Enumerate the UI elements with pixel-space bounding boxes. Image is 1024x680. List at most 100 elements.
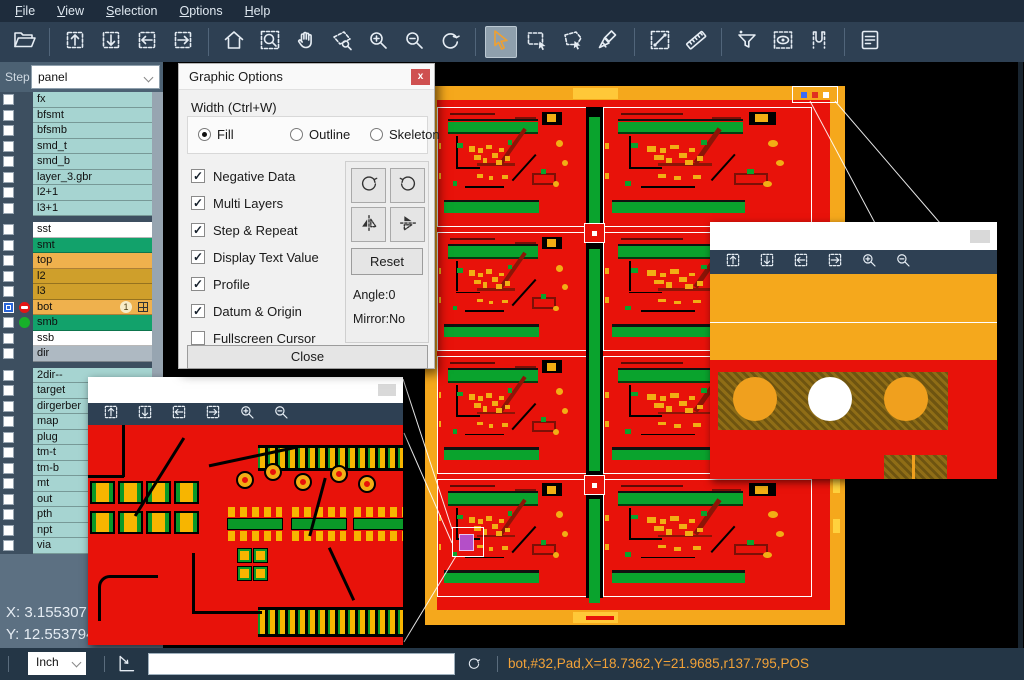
- zoom-drag-button[interactable]: [326, 26, 358, 58]
- layer-visibility-checkbox[interactable]: [3, 271, 14, 282]
- layer-row-fx[interactable]: fx: [0, 92, 163, 108]
- magnifier-view-pads[interactable]: [710, 274, 997, 479]
- layer-checkbox-cell[interactable]: [0, 154, 33, 170]
- select-cursor-button[interactable]: [485, 26, 517, 58]
- pan-right-button[interactable]: [823, 252, 847, 272]
- layer-row-l3+1[interactable]: l3+1: [0, 201, 163, 217]
- checkbox-datum-origin[interactable]: ✓Datum & Origin: [191, 303, 302, 319]
- layer-row-dir[interactable]: dir: [0, 346, 163, 362]
- pan-up-button[interactable]: [99, 404, 123, 424]
- pan-left-button[interactable]: [131, 26, 163, 58]
- layer-checkbox-cell[interactable]: [0, 269, 33, 285]
- layer-name-label[interactable]: smb: [33, 315, 152, 331]
- flip-v-button[interactable]: [390, 207, 425, 242]
- layer-visibility-checkbox[interactable]: [3, 333, 14, 344]
- pan-down-button[interactable]: [755, 252, 779, 272]
- layer-visibility-checkbox[interactable]: [3, 240, 14, 251]
- layer-checkbox-cell[interactable]: [0, 476, 33, 492]
- pcb-board-copy[interactable]: [603, 107, 812, 227]
- zoom-in-button[interactable]: [235, 404, 259, 424]
- radio-outline[interactable]: Outline: [290, 127, 350, 142]
- filter-button[interactable]: [731, 26, 763, 58]
- pcb-board-copy[interactable]: [437, 356, 588, 474]
- layer-visibility-checkbox[interactable]: [3, 317, 14, 328]
- layer-visibility-checkbox[interactable]: [3, 525, 14, 536]
- checkbox-fullscreen-cursor[interactable]: Fullscreen Cursor: [191, 330, 316, 346]
- canvas-scrollbar[interactable]: [1018, 62, 1023, 648]
- layer-visibility-checkbox[interactable]: [3, 125, 14, 136]
- layer-checkbox-cell[interactable]: [0, 492, 33, 508]
- layer-checkbox-cell[interactable]: [0, 170, 33, 186]
- layer-checkbox-cell[interactable]: [0, 139, 33, 155]
- view-options-button[interactable]: [767, 26, 799, 58]
- layer-row-l3[interactable]: l3: [0, 284, 163, 300]
- layer-checkbox-cell[interactable]: [0, 315, 33, 331]
- flip-h-button[interactable]: [351, 207, 386, 242]
- pan-up-button[interactable]: [59, 26, 91, 58]
- select-polygon-button[interactable]: [557, 26, 589, 58]
- layer-name-label[interactable]: smd_t: [33, 139, 152, 155]
- layer-visibility-checkbox[interactable]: [3, 509, 14, 520]
- grid-icon[interactable]: [138, 302, 148, 312]
- layer-name-label[interactable]: layer_3.gbr: [33, 170, 152, 186]
- pcb-board-copy[interactable]: [437, 232, 588, 351]
- zoom-out-button[interactable]: [398, 26, 430, 58]
- pan-right-button[interactable]: [167, 26, 199, 58]
- step-dropdown[interactable]: panel: [31, 65, 160, 89]
- checkbox-negative-data[interactable]: ✓Negative Data: [191, 168, 295, 184]
- zoom-window-button[interactable]: [254, 26, 286, 58]
- select-rect-button[interactable]: [521, 26, 553, 58]
- layer-visibility-checkbox[interactable]: [3, 187, 14, 198]
- pan-left-button[interactable]: [167, 404, 191, 424]
- layer-checkbox-cell[interactable]: [0, 399, 33, 415]
- layer-name-label[interactable]: bfsmb: [33, 123, 152, 139]
- menu-item-file[interactable]: File: [4, 2, 46, 20]
- layer-checkbox-cell[interactable]: [0, 445, 33, 461]
- layer-row-smb[interactable]: smb: [0, 315, 163, 331]
- menu-item-options[interactable]: Options: [168, 2, 233, 20]
- layer-visibility-checkbox[interactable]: [3, 156, 14, 167]
- layer-name-label[interactable]: smd_b: [33, 154, 152, 170]
- refresh-icon[interactable]: [466, 656, 482, 677]
- layer-visibility-checkbox[interactable]: [3, 255, 14, 266]
- layer-checkbox-cell[interactable]: [0, 123, 33, 139]
- pan-hand-button[interactable]: [290, 26, 322, 58]
- zoom-out-button[interactable]: [891, 252, 915, 272]
- layer-visibility-checkbox[interactable]: [3, 172, 14, 183]
- checkbox-display-text-value[interactable]: ✓Display Text Value: [191, 249, 319, 265]
- pan-right-button[interactable]: [201, 404, 225, 424]
- layer-checkbox-cell[interactable]: [0, 92, 33, 108]
- rotate-ccw-button[interactable]: [390, 168, 425, 203]
- layer-row-bfsmb[interactable]: bfsmb: [0, 123, 163, 139]
- layer-visibility-checkbox[interactable]: [3, 385, 14, 396]
- clean-brush-button[interactable]: [593, 26, 625, 58]
- layer-visibility-checkbox[interactable]: [3, 416, 14, 427]
- layer-row-l2[interactable]: l2: [0, 269, 163, 285]
- magnifier-titlebar[interactable]: [710, 222, 997, 250]
- pan-down-button[interactable]: [133, 404, 157, 424]
- pcb-board-copy[interactable]: [437, 107, 588, 227]
- layer-checkbox-cell[interactable]: [0, 284, 33, 300]
- layer-row-bfsmt[interactable]: bfsmt: [0, 108, 163, 124]
- layer-checkbox-cell[interactable]: [0, 185, 33, 201]
- layer-visibility-checkbox[interactable]: [3, 94, 14, 105]
- close-button[interactable]: Close: [187, 345, 428, 369]
- layer-checkbox-cell[interactable]: [0, 538, 33, 554]
- layer-visibility-checkbox[interactable]: [3, 302, 14, 313]
- pan-up-button[interactable]: [721, 252, 745, 272]
- layer-name-label[interactable]: bot1: [33, 300, 152, 316]
- layer-checkbox-cell[interactable]: [0, 300, 33, 316]
- layer-checkbox-cell[interactable]: [0, 507, 33, 523]
- layer-row-l2+1[interactable]: l2+1: [0, 185, 163, 201]
- layer-checkbox-cell[interactable]: [0, 331, 33, 347]
- pan-left-button[interactable]: [789, 252, 813, 272]
- pan-down-button[interactable]: [95, 26, 127, 58]
- layer-visibility-checkbox[interactable]: [3, 494, 14, 505]
- layer-visibility-checkbox[interactable]: [3, 540, 14, 551]
- layer-row-top[interactable]: top: [0, 253, 163, 269]
- measure-ruler-button[interactable]: [680, 26, 712, 58]
- layer-row-bot[interactable]: bot1: [0, 300, 163, 316]
- menu-item-selection[interactable]: Selection: [95, 2, 168, 20]
- zoom-in-button[interactable]: [857, 252, 881, 272]
- layer-row-layer_3.gbr[interactable]: layer_3.gbr: [0, 170, 163, 186]
